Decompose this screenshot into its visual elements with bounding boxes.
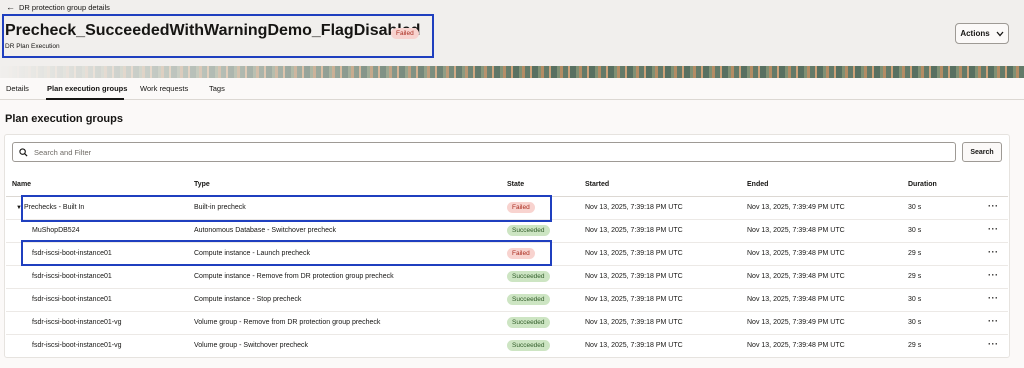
more-icon[interactable]: ···: [988, 339, 999, 349]
row-ended: Nov 13, 2025, 7:39:48 PM UTC: [747, 342, 845, 349]
row-started: Nov 13, 2025, 7:39:18 PM UTC: [585, 319, 683, 326]
row-duration: 30 s: [908, 204, 922, 211]
table-row[interactable]: ▼ Prechecks - Built In Built-in precheck…: [6, 197, 1008, 220]
actions-button-label: Actions: [960, 29, 990, 38]
row-started: Nov 13, 2025, 7:39:18 PM UTC: [585, 250, 683, 257]
search-input[interactable]: [34, 147, 914, 157]
tab-plan-execution-groups[interactable]: Plan execution groups: [47, 84, 127, 93]
table-row[interactable]: fsdr-iscsi-boot-instance01-vg Volume gro…: [6, 335, 1008, 358]
row-name: fsdr-iscsi-boot-instance01-vg: [32, 319, 122, 326]
row-type: Compute instance - Launch precheck: [194, 250, 310, 257]
more-icon[interactable]: ···: [988, 293, 999, 303]
page-title: Precheck_SucceededWithWarningDemo_FlagDi…: [5, 22, 421, 39]
row-ended: Nov 13, 2025, 7:39:49 PM UTC: [747, 204, 845, 211]
status-badge: Succeeded: [507, 340, 550, 351]
header-banner-fade: [0, 66, 520, 78]
status-badge: Failed: [507, 202, 535, 213]
table-row[interactable]: MuShopDB524 Autonomous Database - Switch…: [6, 220, 1008, 243]
row-duration: 29 s: [908, 342, 922, 349]
row-name: MuShopDB524: [32, 227, 80, 234]
more-icon[interactable]: ···: [988, 201, 999, 211]
actions-button[interactable]: Actions: [955, 23, 1009, 44]
more-icon[interactable]: ···: [988, 270, 999, 280]
table-row[interactable]: fsdr-iscsi-boot-instance01 Compute insta…: [6, 266, 1008, 289]
row-ended: Nov 13, 2025, 7:39:49 PM UTC: [747, 319, 845, 326]
row-type: Volume group - Remove from DR protection…: [194, 319, 381, 326]
row-started: Nov 13, 2025, 7:39:18 PM UTC: [585, 204, 683, 211]
column-header-ended[interactable]: Ended: [747, 181, 768, 188]
row-name: fsdr-iscsi-boot-instance01: [32, 296, 112, 303]
row-type: Compute instance - Stop precheck: [194, 296, 302, 303]
tab-work-requests[interactable]: Work requests: [140, 84, 188, 93]
chevron-down-icon: [996, 31, 1004, 36]
caret-down-icon[interactable]: ▼: [16, 205, 22, 211]
row-type: Autonomous Database - Switchover prechec…: [194, 227, 337, 234]
row-duration: 29 s: [908, 250, 922, 257]
status-badge: Succeeded: [507, 317, 550, 328]
row-duration: 30 s: [908, 227, 922, 234]
row-duration: 30 s: [908, 296, 922, 303]
row-started: Nov 13, 2025, 7:39:18 PM UTC: [585, 227, 683, 234]
back-link-label: DR protection group details: [19, 3, 110, 12]
column-header-started[interactable]: Started: [585, 181, 609, 188]
status-badge: Failed: [391, 28, 419, 39]
column-header-duration[interactable]: Duration: [908, 181, 937, 188]
status-badge: Succeeded: [507, 294, 550, 305]
search-field[interactable]: [12, 142, 956, 162]
more-icon[interactable]: ···: [988, 247, 999, 257]
more-icon[interactable]: ···: [988, 316, 999, 326]
tab-details[interactable]: Details: [6, 84, 29, 93]
search-icon: [19, 147, 28, 157]
status-badge: Succeeded: [507, 271, 550, 282]
row-started: Nov 13, 2025, 7:39:18 PM UTC: [585, 296, 683, 303]
table-row[interactable]: fsdr-iscsi-boot-instance01-vg Volume gro…: [6, 312, 1008, 335]
row-type: Built-in precheck: [194, 204, 246, 211]
column-header-state[interactable]: State: [507, 181, 524, 188]
arrow-left-icon: ←: [6, 2, 15, 12]
row-name: fsdr-iscsi-boot-instance01: [32, 273, 112, 280]
status-badge: Failed: [507, 248, 535, 259]
column-header-type[interactable]: Type: [194, 181, 210, 188]
row-name: fsdr-iscsi-boot-instance01: [32, 250, 112, 257]
active-tab-indicator: [46, 98, 124, 100]
tab-bar: Details Plan execution groups Work reque…: [0, 80, 1024, 100]
status-badge: Succeeded: [507, 225, 550, 236]
page-subtitle: DR Plan Execution: [5, 43, 60, 50]
row-started: Nov 13, 2025, 7:39:18 PM UTC: [585, 273, 683, 280]
column-header-name[interactable]: Name: [12, 181, 31, 188]
row-type: Volume group - Switchover precheck: [194, 342, 308, 349]
row-ended: Nov 13, 2025, 7:39:48 PM UTC: [747, 227, 845, 234]
back-link[interactable]: ← DR protection group details: [6, 2, 110, 13]
table-row[interactable]: fsdr-iscsi-boot-instance01 Compute insta…: [6, 289, 1008, 312]
row-ended: Nov 13, 2025, 7:39:48 PM UTC: [747, 273, 845, 280]
search-button[interactable]: Search: [962, 142, 1002, 162]
table-row[interactable]: fsdr-iscsi-boot-instance01 Compute insta…: [6, 243, 1008, 266]
row-name: fsdr-iscsi-boot-instance01-vg: [32, 342, 122, 349]
row-duration: 29 s: [908, 273, 922, 280]
row-name: Prechecks - Built In: [24, 204, 85, 211]
section-title: Plan execution groups: [5, 113, 123, 125]
row-type: Compute instance - Remove from DR protec…: [194, 273, 394, 280]
more-icon[interactable]: ···: [988, 224, 999, 234]
tab-tags[interactable]: Tags: [209, 84, 225, 93]
row-duration: 30 s: [908, 319, 922, 326]
row-ended: Nov 13, 2025, 7:39:48 PM UTC: [747, 296, 845, 303]
row-ended: Nov 13, 2025, 7:39:48 PM UTC: [747, 250, 845, 257]
row-started: Nov 13, 2025, 7:39:18 PM UTC: [585, 342, 683, 349]
